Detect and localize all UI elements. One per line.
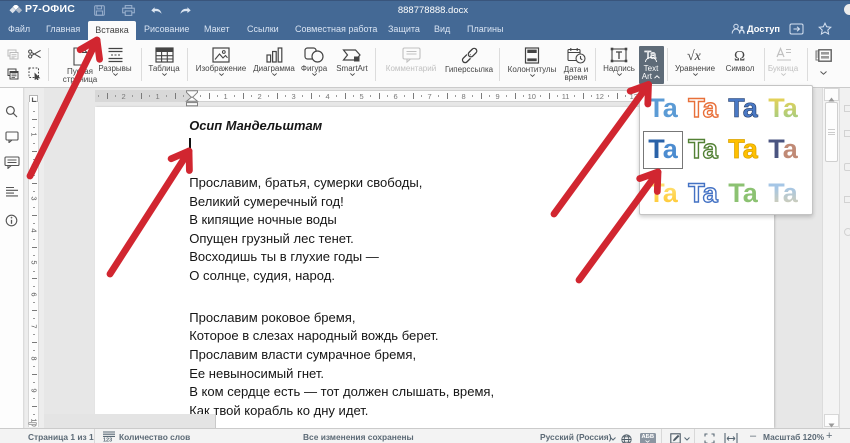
- svg-text:√x: √x: [687, 49, 702, 63]
- svg-text:123: 123: [103, 438, 112, 443]
- svg-text:Ω: Ω: [734, 48, 745, 63]
